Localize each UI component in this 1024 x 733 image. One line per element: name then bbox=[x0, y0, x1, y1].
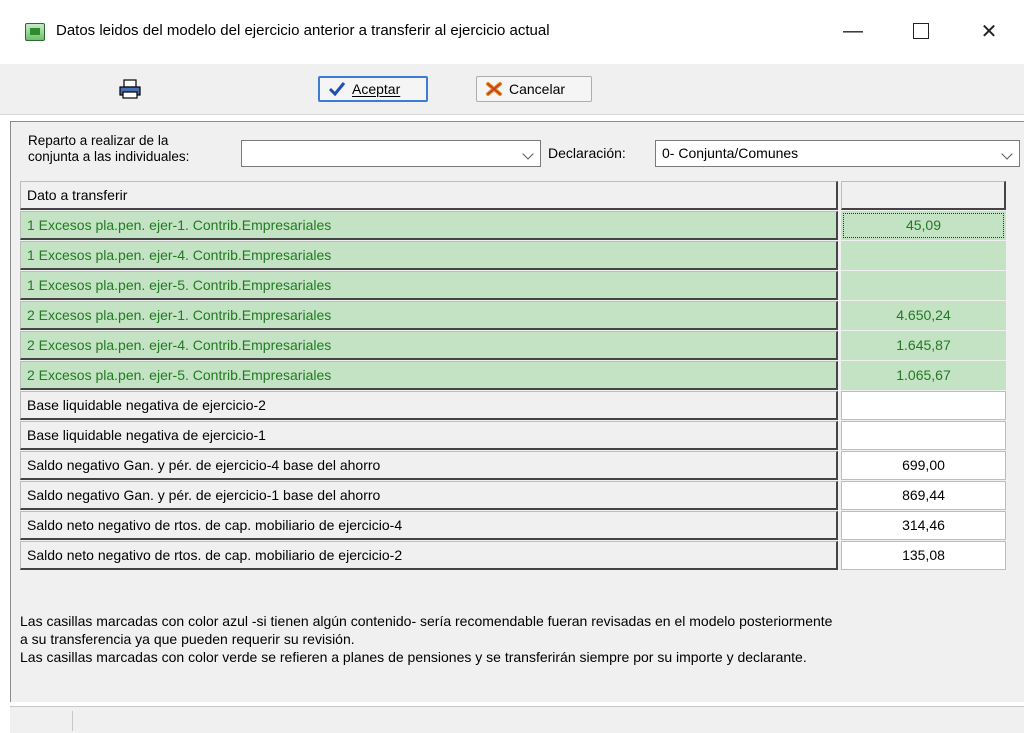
notes-text: Las casillas marcadas con color azul -si… bbox=[20, 612, 1024, 666]
row-value[interactable] bbox=[841, 241, 1006, 270]
toolbar: Aceptar Cancelar bbox=[0, 64, 1024, 115]
row-value[interactable]: 1.645,87 bbox=[841, 331, 1006, 360]
row-label: 2 Excesos pla.pen. ejer-4. Contrib.Empre… bbox=[20, 331, 838, 360]
printer-icon[interactable] bbox=[119, 79, 141, 99]
row-value[interactable] bbox=[841, 271, 1006, 300]
reparto-label-line1: Reparto a realizar de la bbox=[28, 133, 169, 148]
close-icon: ✕ bbox=[980, 20, 998, 43]
maximize-button[interactable] bbox=[898, 12, 944, 50]
row-value[interactable]: 1.065,67 bbox=[841, 361, 1006, 390]
table-row[interactable]: 2 Excesos pla.pen. ejer-1. Contrib.Empre… bbox=[20, 301, 1006, 331]
chevron-down-icon bbox=[1001, 148, 1013, 160]
table-row[interactable]: Saldo negativo Gan. y pér. de ejercicio-… bbox=[20, 451, 1006, 481]
table-row[interactable]: 2 Excesos pla.pen. ejer-5. Contrib.Empre… bbox=[20, 361, 1006, 391]
notes-line2: a su transferencia ya que pueden requeri… bbox=[20, 631, 355, 647]
row-label: Saldo neto negativo de rtos. de cap. mob… bbox=[20, 511, 838, 540]
row-value[interactable]: 699,00 bbox=[841, 451, 1006, 480]
row-value[interactable]: 314,46 bbox=[841, 511, 1006, 540]
table-row[interactable]: Base liquidable negativa de ejercicio-2 bbox=[20, 391, 1006, 421]
notes-line3: Las casillas marcadas con color verde se… bbox=[20, 649, 807, 665]
row-label: 1 Excesos pla.pen. ejer-1. Contrib.Empre… bbox=[20, 211, 838, 240]
row-value[interactable] bbox=[841, 391, 1006, 420]
row-label: 2 Excesos pla.pen. ejer-1. Contrib.Empre… bbox=[20, 301, 838, 330]
table-row[interactable]: 1 Excesos pla.pen. ejer-1. Contrib.Empre… bbox=[20, 211, 1006, 241]
reparto-label-line2: conjunta a las individuales: bbox=[28, 149, 190, 164]
reparto-select[interactable] bbox=[241, 140, 541, 167]
row-value[interactable]: 4.650,24 bbox=[841, 301, 1006, 330]
status-separator bbox=[72, 711, 73, 731]
title-bar: Datos leidos del modelo del ejercicio an… bbox=[0, 0, 1024, 64]
notes-line1: Las casillas marcadas con color azul -si… bbox=[20, 613, 833, 629]
row-label: 1 Excesos pla.pen. ejer-4. Contrib.Empre… bbox=[20, 241, 838, 270]
grid-header-row: Dato a transferir bbox=[20, 181, 1006, 211]
header-label-cell: Dato a transferir bbox=[20, 181, 838, 210]
accept-button[interactable]: Aceptar bbox=[318, 76, 428, 102]
close-button[interactable]: ✕ bbox=[966, 12, 1012, 50]
row-value[interactable] bbox=[841, 421, 1006, 450]
status-bar bbox=[10, 706, 1024, 733]
header-value-cell bbox=[841, 181, 1006, 210]
row-value[interactable]: 869,44 bbox=[841, 481, 1006, 510]
accept-label: Aceptar bbox=[352, 81, 401, 97]
table-row[interactable]: 1 Excesos pla.pen. ejer-4. Contrib.Empre… bbox=[20, 241, 1006, 271]
cancel-icon bbox=[486, 82, 502, 96]
row-label: Base liquidable negativa de ejercicio-1 bbox=[20, 421, 838, 450]
minimize-icon: — bbox=[843, 19, 863, 42]
row-label: 2 Excesos pla.pen. ejer-5. Contrib.Empre… bbox=[20, 361, 838, 390]
table-row[interactable]: 1 Excesos pla.pen. ejer-5. Contrib.Empre… bbox=[20, 271, 1006, 301]
maximize-icon bbox=[913, 23, 929, 39]
declaracion-label: Declaración: bbox=[548, 145, 626, 161]
form-row: Reparto a realizar de la conjunta a las … bbox=[10, 129, 1024, 179]
row-value[interactable]: 45,09 bbox=[841, 211, 1006, 240]
row-value[interactable]: 135,08 bbox=[841, 541, 1006, 570]
app-icon bbox=[25, 23, 45, 41]
table-row[interactable]: Base liquidable negativa de ejercicio-1 bbox=[20, 421, 1006, 451]
checkmark-icon bbox=[328, 82, 346, 97]
declaracion-value: 0- Conjunta/Comunes bbox=[662, 145, 799, 161]
window-title: Datos leidos del modelo del ejercicio an… bbox=[56, 22, 550, 39]
cancel-label: Cancelar bbox=[509, 81, 566, 97]
chevron-down-icon bbox=[522, 148, 534, 160]
table-row[interactable]: Saldo negativo Gan. y pér. de ejercicio-… bbox=[20, 481, 1006, 511]
reparto-label: Reparto a realizar de la conjunta a las … bbox=[28, 133, 189, 165]
table-row[interactable]: 2 Excesos pla.pen. ejer-4. Contrib.Empre… bbox=[20, 331, 1006, 361]
row-label: Saldo neto negativo de rtos. de cap. mob… bbox=[20, 541, 838, 570]
cancel-button[interactable]: Cancelar bbox=[476, 76, 592, 102]
row-label: Saldo negativo Gan. y pér. de ejercicio-… bbox=[20, 451, 838, 480]
row-label: Base liquidable negativa de ejercicio-2 bbox=[20, 391, 838, 420]
declaracion-select[interactable]: 0- Conjunta/Comunes bbox=[655, 140, 1020, 167]
row-label: 1 Excesos pla.pen. ejer-5. Contrib.Empre… bbox=[20, 271, 838, 300]
minimize-button[interactable]: — bbox=[830, 12, 876, 50]
row-label: Saldo negativo Gan. y pér. de ejercicio-… bbox=[20, 481, 838, 510]
table-row[interactable]: Saldo neto negativo de rtos. de cap. mob… bbox=[20, 511, 1006, 541]
table-row[interactable]: Saldo neto negativo de rtos. de cap. mob… bbox=[20, 541, 1006, 571]
